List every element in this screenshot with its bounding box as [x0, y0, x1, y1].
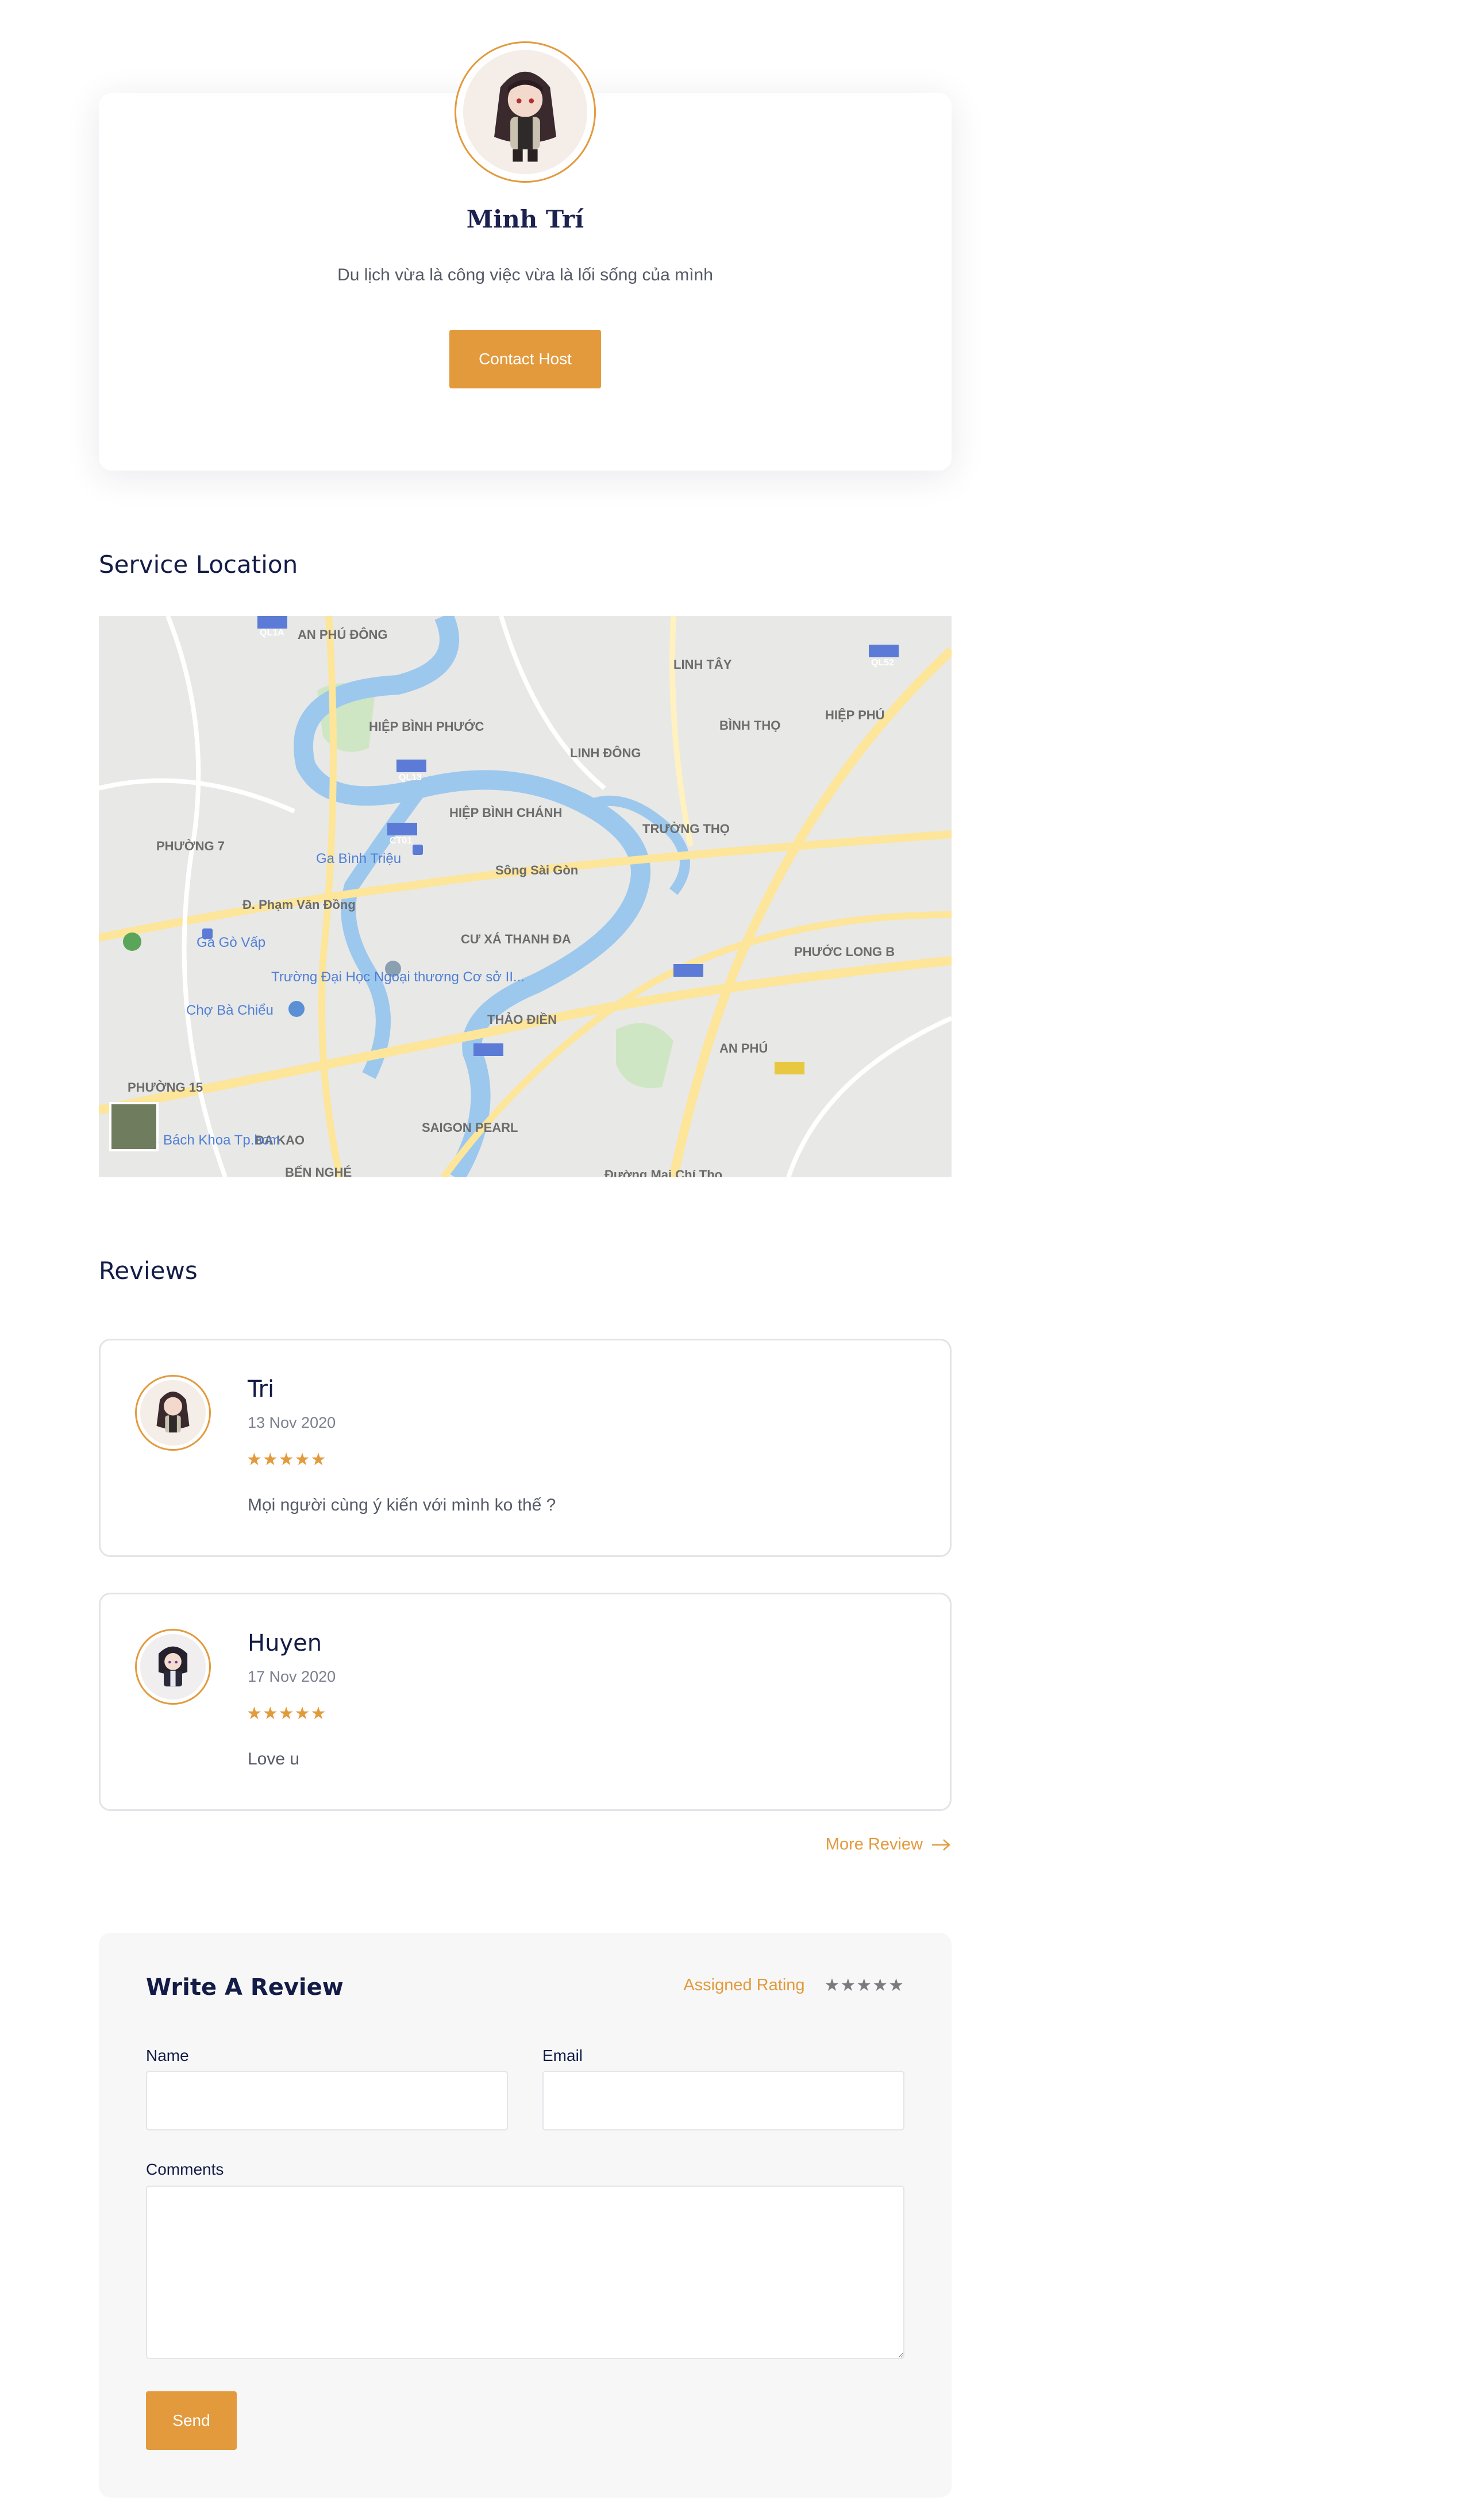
map-label: HIỆP BÌNH PHƯỚC — [369, 719, 484, 734]
map-label: CƯ XÁ THANH ĐA — [461, 932, 571, 946]
name-field[interactable] — [146, 2071, 508, 2130]
review-date: 17 Nov 2020 — [248, 1668, 336, 1685]
map-label: TRƯỜNG THỌ — [642, 822, 730, 836]
email-label: Email — [542, 2047, 583, 2064]
service-location-map[interactable]: AN PHÚ ĐÔNG LINH TÂY HIỆP BÌNH PHƯỚC BÌNH T… — [99, 616, 952, 1177]
map-canvas: AN PHÚ ĐÔNG LINH TÂY HIỆP BÌNH PHƯỚC BÌNH T… — [99, 616, 952, 1177]
map-label: BẾN NGHÉ — [285, 1165, 352, 1177]
name-label: Name — [146, 2047, 189, 2064]
host-avatar — [455, 41, 596, 183]
arrow-right-icon — [932, 1839, 950, 1851]
assigned-rating-label: Assigned Rating — [683, 1976, 805, 1994]
reviewer-name: Tri — [248, 1376, 275, 1402]
review-card: Huyen 17 Nov 2020 ★★★★★ Love u — [99, 1593, 952, 1811]
reviewer-avatar-image — [140, 1634, 206, 1700]
map-label: Đ. Phạm Văn Đồng — [242, 897, 356, 912]
reviewer-avatar-image — [140, 1380, 206, 1446]
map-label: THẢO ĐIỀN — [487, 1012, 557, 1027]
write-review-panel: Write A Review Assigned Rating ★★★★★ Nam… — [99, 1933, 952, 2498]
rating-stars-input[interactable]: ★★★★★ — [825, 1975, 904, 1995]
map-label: PHƯỚC LONG B — [794, 945, 895, 959]
map-label: Ga Gò Vấp — [197, 935, 265, 950]
send-button[interactable]: Send — [146, 2391, 237, 2450]
more-review-link[interactable]: More Review — [826, 1835, 952, 1854]
review-star-rating: ★★★★★ — [247, 1450, 327, 1469]
map-label: LINH TÂY — [673, 657, 732, 672]
more-review-label: More Review — [825, 1835, 923, 1854]
review-star-rating: ★★★★★ — [247, 1704, 327, 1723]
map-label: Trường Đại Học Ngoại thương Cơ sở II... — [271, 969, 525, 985]
map-label: HIỆP PHÚ — [825, 708, 885, 722]
reviewer-avatar — [135, 1375, 211, 1451]
map-label: AN PHÚ ĐÔNG — [298, 627, 387, 642]
contact-host-button[interactable]: Contact Host — [449, 330, 601, 388]
map-label: Ga Bình Triệu — [316, 851, 401, 866]
review-date: 13 Nov 2020 — [248, 1414, 336, 1431]
host-bio: Du lịch vừa là công việc vừa là lối sống… — [337, 265, 713, 284]
write-review-title: Write A Review — [146, 1974, 344, 2001]
review-card: Tri 13 Nov 2020 ★★★★★ Mọi người cùng ý k… — [99, 1339, 952, 1557]
host-card: Minh Trí Du lịch vừa là công việc vừa là… — [99, 41, 952, 471]
host-name: Minh Trí — [466, 205, 584, 233]
map-label: BÌNH THỌ — [719, 718, 780, 733]
reviews-title: Reviews — [99, 1257, 198, 1285]
map-label: QL52 — [871, 658, 894, 668]
map-label: PHƯỜNG 7 — [156, 839, 225, 853]
email-field[interactable] — [542, 2071, 904, 2130]
review-text: Mọi người cùng ý kiến với mình ko thế ? — [248, 1496, 556, 1515]
assigned-rating: Assigned Rating ★★★★★ — [683, 1975, 904, 1995]
map-label: Đường Mai Chí Thọ — [604, 1167, 722, 1177]
map-label: Sông Sài Gòn — [495, 863, 578, 877]
service-location-title: Service Location — [99, 550, 298, 579]
map-label: SAIGON PEARL — [422, 1120, 518, 1135]
map-label: HIỆP BÌNH CHÁNH — [449, 806, 562, 820]
review-text: Love u — [248, 1750, 300, 1768]
map-label: QL13 — [399, 773, 422, 783]
comments-label: Comments — [146, 2160, 224, 2178]
map-label: LINH ĐÔNG — [570, 746, 641, 760]
reviewer-avatar — [135, 1629, 211, 1705]
map-label: QL1A — [260, 628, 284, 638]
comments-field[interactable] — [146, 2186, 904, 2359]
map-label: CT01 — [390, 836, 412, 846]
reviewer-name: Huyen — [248, 1630, 322, 1656]
map-label: PHƯỜNG 15 — [128, 1080, 203, 1095]
map-label: AN PHÚ — [719, 1041, 768, 1055]
map-label: Chợ Bà Chiểu — [186, 1003, 274, 1018]
host-avatar-image — [463, 50, 587, 174]
